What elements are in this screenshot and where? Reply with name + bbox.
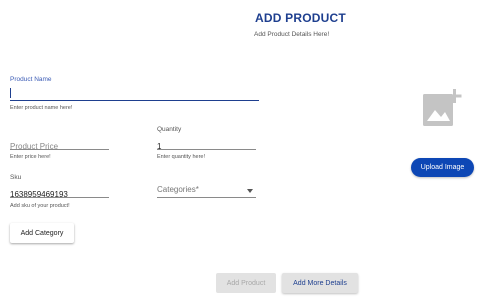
product-name-field[interactable] — [10, 87, 259, 104]
dropdown-arrow-icon — [247, 189, 253, 193]
product-name-helper: Enter product name here! — [10, 105, 73, 111]
add-product-button[interactable]: Add Product — [216, 273, 276, 293]
page-title: ADD PRODUCT — [255, 11, 346, 25]
product-price-input[interactable] — [10, 140, 109, 153]
add-photo-icon — [422, 88, 464, 128]
add-more-details-button[interactable]: Add More Details — [282, 273, 358, 293]
product-name-input[interactable] — [10, 91, 259, 104]
product-name-label: Product Name — [10, 76, 52, 83]
product-price-field[interactable] — [10, 136, 109, 153]
quantity-label: Quantity — [157, 126, 182, 133]
add-photo-icon-svg — [423, 89, 462, 126]
upload-image-button[interactable]: Upload Image — [411, 158, 474, 177]
text-caret — [10, 88, 11, 98]
sku-label: Sku — [10, 174, 22, 181]
quantity-field[interactable] — [157, 136, 256, 153]
quantity-helper: Enter quantity here! — [157, 154, 206, 160]
product-price-helper: Enter price here! — [10, 154, 51, 160]
sku-input[interactable] — [10, 188, 109, 201]
sku-field[interactable] — [10, 184, 109, 201]
categories-placeholder: Categories* — [157, 185, 199, 194]
categories-select[interactable]: Categories* — [157, 184, 256, 198]
quantity-input[interactable] — [157, 140, 256, 153]
page-subtitle: Add Product Details Here! — [254, 31, 330, 38]
add-category-button[interactable]: Add Category — [10, 223, 74, 243]
sku-helper: Add sku of your product! — [10, 203, 70, 209]
